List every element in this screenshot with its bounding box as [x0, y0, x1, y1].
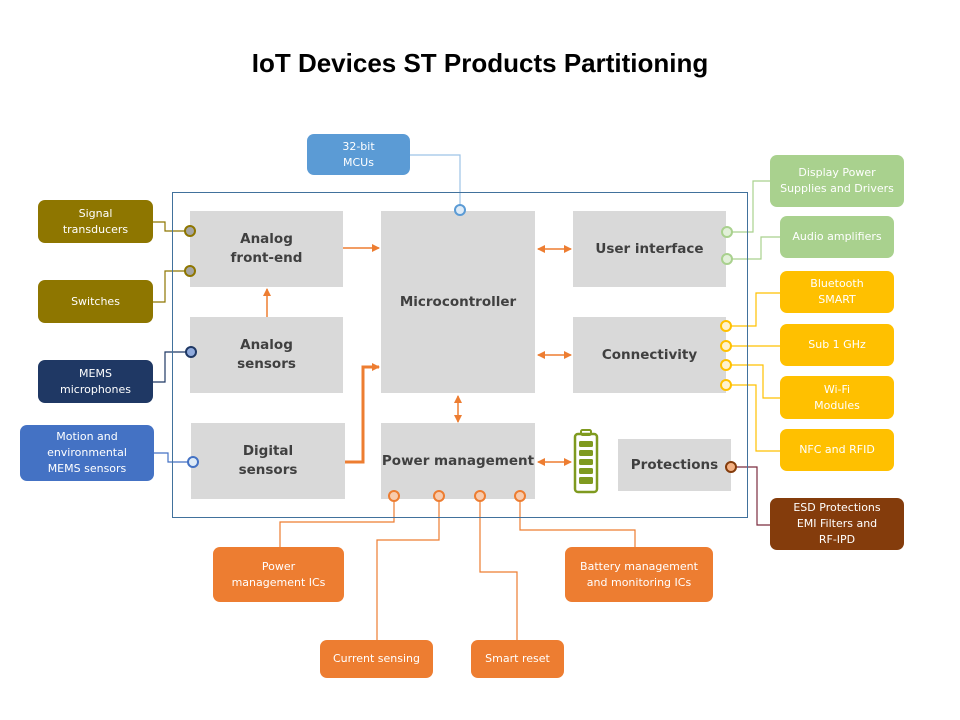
product-audio-amplifiers: Audio amplifiers [780, 216, 894, 258]
line-reset [479, 500, 518, 640]
block-microcontroller: Microcontroller [381, 211, 535, 393]
block-digital-sensors: Digital sensors [191, 423, 345, 499]
block-connectivity: Connectivity [573, 317, 726, 393]
product-signal-transducers: Signal transducers [38, 200, 153, 243]
product-switches: Switches [38, 280, 153, 323]
block-protections: Protections [618, 439, 731, 491]
product-current-sensing: Current sensing [320, 640, 433, 678]
product-sub1ghz: Sub 1 GHz [780, 324, 894, 366]
block-user-interface: User interface [573, 211, 726, 287]
product-power-management-ics: Power management ICs [213, 547, 344, 602]
product-smart-reset: Smart reset [471, 640, 564, 678]
product-motion-sensors: Motion and environmental MEMS sensors [20, 425, 154, 481]
product-wifi: Wi-Fi Modules [780, 376, 894, 419]
block-power-management: Power management [381, 423, 535, 499]
block-analog-front-end: Analog front-end [190, 211, 343, 287]
block-analog-sensors: Analog sensors [190, 317, 343, 393]
product-esd-protections: ESD Protections EMI Filters and RF-IPD [770, 498, 904, 550]
product-nfc-rfid: NFC and RFID [780, 429, 894, 471]
product-bluetooth: Bluetooth SMART [780, 271, 894, 313]
product-battery-management: Battery management and monitoring ICs [565, 547, 713, 602]
line-current [376, 500, 440, 640]
product-mems-microphones: MEMS microphones [38, 360, 153, 403]
product-display-power: Display Power Supplies and Drivers [770, 155, 904, 207]
product-32bit-mcus: 32-bit MCUs [307, 134, 410, 175]
battery-icon [573, 429, 599, 494]
